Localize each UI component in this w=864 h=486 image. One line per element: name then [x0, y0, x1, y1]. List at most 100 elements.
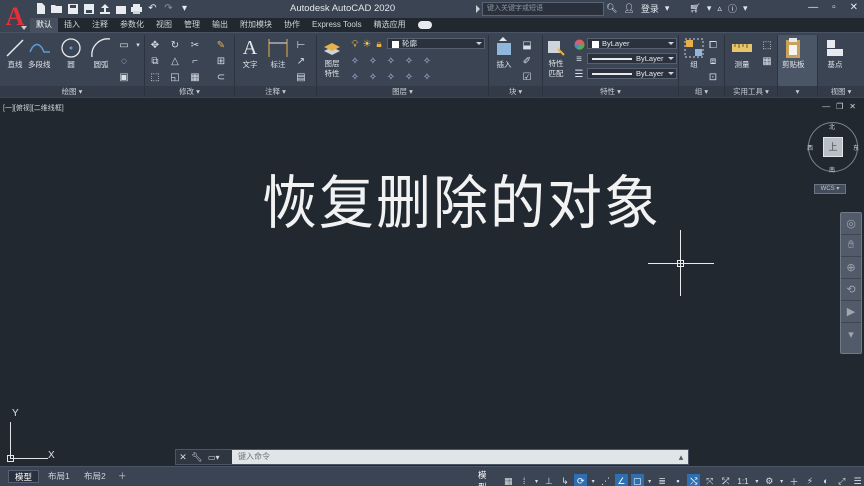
- viewport-close-icon[interactable]: ✕: [849, 102, 856, 111]
- wcs-menu[interactable]: WCS ▾: [814, 184, 846, 194]
- navbar-customize-icon[interactable]: ▾: [841, 323, 861, 345]
- layer-tool-1-icon[interactable]: ✧: [349, 55, 361, 67]
- upload-icon[interactable]: [98, 2, 111, 15]
- orbit-icon[interactable]: ⟲: [841, 279, 861, 301]
- paste-button[interactable]: 剪贴板: [782, 37, 805, 70]
- save-as-icon[interactable]: [82, 2, 95, 15]
- share-icon[interactable]: [114, 2, 127, 15]
- tab-manage[interactable]: 管理: [178, 18, 206, 32]
- calculator-icon[interactable]: ▦: [761, 55, 773, 67]
- lineweight-dropdown[interactable]: ByLayer: [587, 53, 677, 64]
- create-block-icon[interactable]: ⬓: [521, 39, 533, 51]
- panel-properties-label[interactable]: 特性 ▾: [543, 86, 678, 97]
- erase-icon[interactable]: ✎: [215, 39, 227, 51]
- panel-modify-label[interactable]: 修改 ▾: [145, 86, 234, 97]
- user-icon[interactable]: 👤︎: [623, 3, 634, 14]
- fullscreen-icon[interactable]: ⤢: [835, 474, 848, 486]
- panel-annotation-label[interactable]: 注释 ▾: [235, 86, 316, 97]
- panel-block-label[interactable]: 块 ▾: [489, 86, 542, 97]
- ungroup-icon[interactable]: ⧠: [707, 39, 719, 51]
- arc-button[interactable]: 圆弧: [90, 37, 112, 70]
- tab-insert[interactable]: 插入: [58, 18, 86, 32]
- linear-dim-icon[interactable]: ⊢: [295, 39, 307, 51]
- grid-icon[interactable]: ▦: [502, 474, 515, 486]
- tab-parametric[interactable]: 参数化: [114, 18, 150, 32]
- autodesk-a360-icon[interactable]: ▵: [717, 3, 722, 14]
- rectangle-icon[interactable]: ▭: [118, 39, 130, 51]
- model-space-toggle[interactable]: 模型: [474, 469, 499, 486]
- tab-annotate[interactable]: 注释: [86, 18, 114, 32]
- units-icon[interactable]: ＋: [788, 474, 801, 486]
- new-file-icon[interactable]: [34, 2, 47, 15]
- table-icon[interactable]: ▤: [295, 71, 307, 83]
- scale-dropdown-icon[interactable]: ▾: [754, 474, 760, 486]
- command-line-customize-icon[interactable]: 🔧︎: [190, 450, 204, 464]
- workspace-dropdown-icon[interactable]: ▾: [779, 474, 785, 486]
- command-line-close-icon[interactable]: ✕: [176, 450, 190, 464]
- showmotion-icon[interactable]: ▶: [841, 301, 861, 323]
- layer-tool-5-icon[interactable]: ✧: [421, 55, 433, 67]
- login-button[interactable]: 登录: [641, 2, 659, 15]
- panel-clipboard-label[interactable]: ▾: [778, 86, 817, 97]
- isodraft-icon[interactable]: ⋰: [599, 474, 612, 486]
- trim-icon[interactable]: ✂: [189, 39, 201, 51]
- leader-icon[interactable]: ↗: [295, 55, 307, 67]
- copy-icon[interactable]: ⧉: [149, 55, 161, 67]
- layer-properties-button[interactable]: 图层 特性: [321, 37, 343, 79]
- viewport-restore-icon[interactable]: ❐: [836, 102, 843, 111]
- print-icon[interactable]: [130, 2, 143, 15]
- add-layout-icon[interactable]: ＋: [112, 470, 133, 483]
- text-button[interactable]: A 文字: [239, 37, 261, 70]
- open-folder-icon[interactable]: [50, 2, 63, 15]
- close-icon[interactable]: ✕: [850, 2, 858, 13]
- layer-tool-8-icon[interactable]: ✧: [385, 71, 397, 83]
- qat-dropdown-icon[interactable]: ▾: [178, 2, 191, 15]
- cart-icon[interactable]: 🛒︎: [689, 3, 700, 14]
- color-dropdown[interactable]: ByLayer: [587, 38, 677, 49]
- panel-view-label[interactable]: 视图 ▾: [818, 86, 864, 97]
- undo-icon[interactable]: ↶: [146, 2, 159, 15]
- circle-button[interactable]: 圆: [60, 37, 82, 70]
- tab-default[interactable]: 默认: [30, 18, 58, 32]
- search-icon[interactable]: 🔍︎: [606, 3, 617, 14]
- ribbon-minimize-toggle-icon[interactable]: [417, 21, 432, 29]
- line-button[interactable]: 直线: [4, 37, 26, 70]
- mirror-icon[interactable]: △: [169, 55, 181, 67]
- workspace-icon[interactable]: ⚙: [763, 474, 776, 486]
- polar-dropdown-icon[interactable]: ▾: [590, 474, 596, 486]
- layer-freeze-icon[interactable]: ☀: [361, 38, 373, 50]
- viewcube-top-face[interactable]: 上: [823, 137, 843, 157]
- quick-properties-icon[interactable]: ⚡︎: [804, 474, 817, 486]
- osnap-dropdown-icon[interactable]: ▾: [647, 474, 653, 486]
- help-dropdown-icon[interactable]: ▾: [743, 3, 748, 14]
- match-properties-button[interactable]: 特性 匹配: [545, 37, 567, 79]
- rotate-icon[interactable]: ↻: [169, 39, 181, 51]
- region-icon[interactable]: ▣: [118, 71, 130, 83]
- login-dropdown-icon[interactable]: ▾: [665, 3, 670, 14]
- pan-icon[interactable]: ✋︎: [841, 235, 861, 257]
- panel-utilities-label[interactable]: 实用工具 ▾: [725, 86, 777, 97]
- minimize-icon[interactable]: —: [808, 2, 818, 13]
- panel-layers-label[interactable]: 图层 ▾: [317, 86, 488, 97]
- dimension-button[interactable]: 标注: [267, 37, 289, 70]
- group-edit-icon[interactable]: ⧈: [707, 55, 719, 67]
- tab-express-tools[interactable]: Express Tools: [306, 18, 368, 32]
- layer-on-icon[interactable]: 💡︎: [349, 38, 361, 50]
- group-select-icon[interactable]: ⊡: [707, 71, 719, 83]
- array-icon[interactable]: ▦: [189, 71, 201, 83]
- draw-more-icon[interactable]: ▾: [132, 39, 144, 51]
- compass-west-label[interactable]: 西: [807, 143, 813, 152]
- osnap-tracking-icon[interactable]: ∠: [614, 474, 628, 486]
- stretch-icon[interactable]: ⬚: [149, 71, 161, 83]
- layout-tab-1[interactable]: 布局1: [42, 470, 76, 483]
- tab-view[interactable]: 视图: [150, 18, 178, 32]
- panel-groups-label[interactable]: 组 ▾: [679, 86, 724, 97]
- measure-button[interactable]: 测量: [731, 37, 753, 70]
- layer-dropdown[interactable]: 轮廓: [387, 38, 485, 49]
- layer-tool-9-icon[interactable]: ✧: [403, 71, 415, 83]
- osnap-icon[interactable]: ▢: [630, 474, 644, 486]
- layer-tool-6-icon[interactable]: ✧: [349, 71, 361, 83]
- drawing-area[interactable]: [一][俯视][二维线框] — ❐ ✕ 恢复删除的对象 北 南 西 东 上 WC…: [0, 100, 864, 466]
- compass-south-label[interactable]: 南: [829, 165, 835, 174]
- help-search-input[interactable]: 键入关键字或短语: [482, 2, 604, 16]
